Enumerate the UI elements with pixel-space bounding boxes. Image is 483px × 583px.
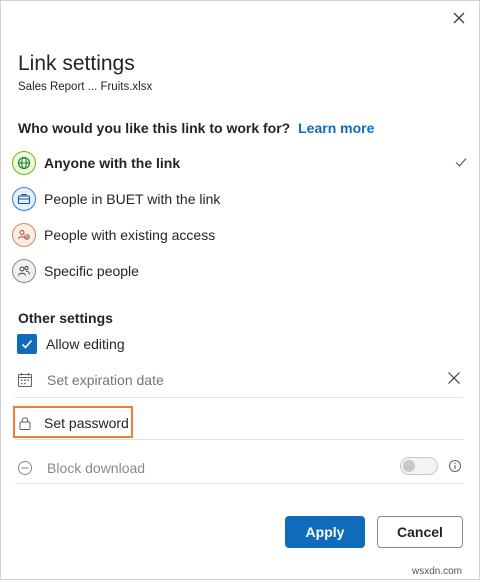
allow-editing-label: Allow editing — [46, 336, 125, 352]
checkmark-icon — [455, 158, 467, 167]
allow-editing-checkbox[interactable] — [17, 334, 37, 354]
info-icon[interactable] — [448, 459, 462, 473]
link-settings-dialog: Link settings Sales Report ... Fruits.xl… — [0, 0, 480, 580]
briefcase-icon — [12, 187, 36, 211]
audience-question-text: Who would you like this link to work for… — [18, 120, 291, 136]
block-icon — [15, 460, 35, 476]
checkbox-check-icon — [21, 339, 33, 349]
clear-date-icon[interactable] — [447, 371, 461, 385]
expiration-date-input[interactable] — [47, 372, 427, 388]
block-download-toggle[interactable] — [400, 457, 438, 475]
block-download-label: Block download — [47, 460, 146, 476]
audience-question: Who would you like this link to work for… — [18, 120, 374, 136]
option-specific-people[interactable]: Specific people — [10, 255, 472, 287]
toggle-knob — [403, 460, 415, 472]
close-icon — [453, 12, 465, 24]
other-settings-title: Other settings — [18, 310, 113, 326]
people-icon — [12, 259, 36, 283]
allow-editing-row[interactable]: Allow editing — [17, 332, 125, 356]
calendar-icon — [15, 372, 35, 388]
option-anyone[interactable]: Anyone with the link — [10, 147, 472, 179]
block-download-row: Block download — [15, 453, 463, 484]
option-specific-people-label: Specific people — [44, 263, 139, 279]
file-name: Sales Report ... Fruits.xlsx — [18, 81, 153, 93]
learn-more-link[interactable]: Learn more — [298, 120, 374, 136]
password-highlight-box — [13, 406, 133, 438]
close-button[interactable] — [445, 5, 473, 31]
cancel-button[interactable]: Cancel — [377, 516, 463, 548]
option-anyone-label: Anyone with the link — [44, 155, 181, 171]
apply-button[interactable]: Apply — [285, 516, 365, 548]
expiration-row — [15, 363, 463, 398]
option-organization[interactable]: People in BUET with the link — [10, 183, 472, 215]
option-existing-access-label: People with existing access — [44, 227, 216, 243]
globe-icon — [12, 151, 36, 175]
option-existing-access[interactable]: People with existing access — [10, 219, 472, 251]
watermark: wsxdn.com — [412, 566, 463, 577]
dialog-title: Link settings — [18, 52, 135, 75]
people-access-icon — [12, 223, 36, 247]
option-organization-label: People in BUET with the link — [44, 191, 221, 207]
